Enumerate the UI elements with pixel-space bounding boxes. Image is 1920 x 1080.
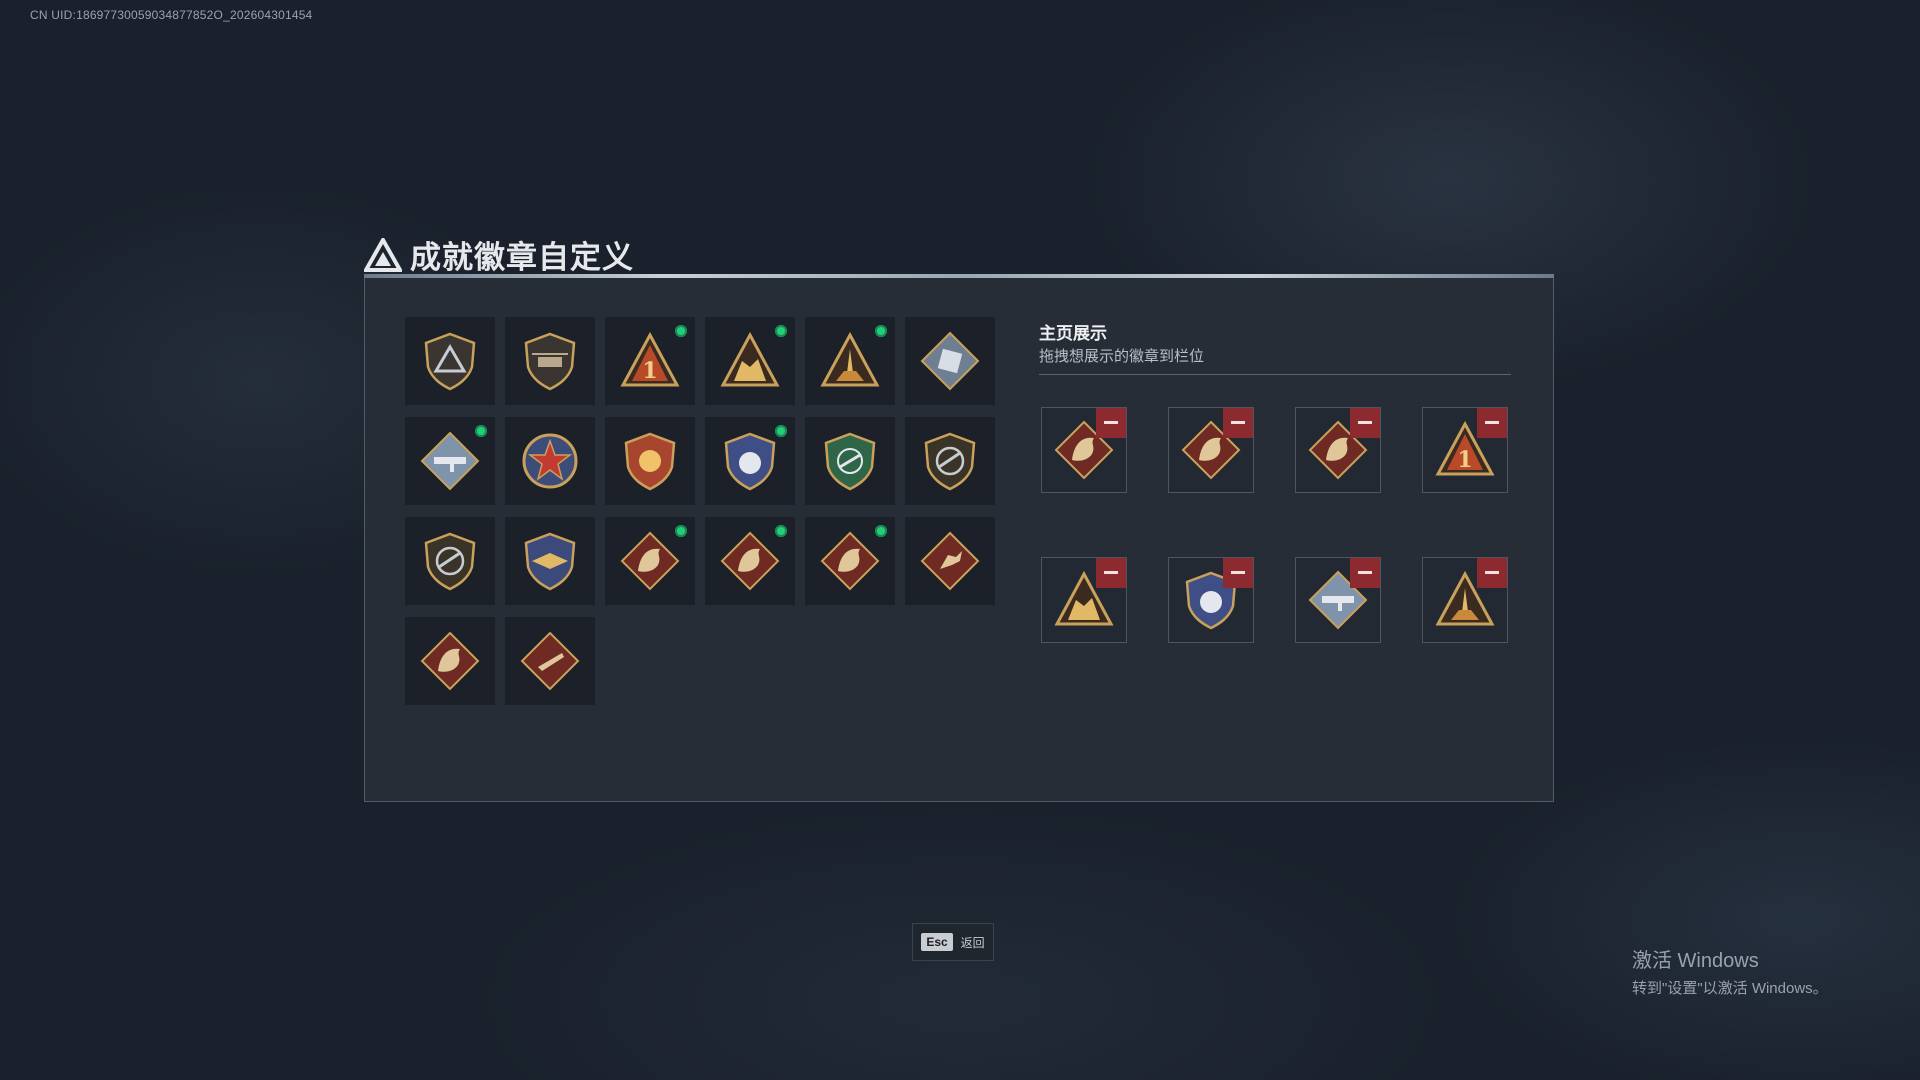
badge-panel: 1 主页展示 拖拽想展示的徽章到栏位 1	[364, 274, 1554, 802]
back-button[interactable]: Esc 返回	[912, 923, 994, 961]
showcase-slot[interactable]	[1168, 557, 1254, 643]
showcase-slot[interactable]	[1168, 407, 1254, 493]
showcase-subtitle: 拖拽想展示的徽章到栏位	[1039, 348, 1205, 365]
badge-cell[interactable]	[905, 417, 995, 505]
rifle-shield-alt-icon	[424, 532, 476, 591]
badge-cell[interactable]	[505, 317, 595, 405]
new-indicator-dot	[875, 325, 887, 337]
badge-cell[interactable]	[705, 417, 795, 505]
showcase-slot[interactable]	[1295, 557, 1381, 643]
badge-cell[interactable]	[805, 417, 895, 505]
badge-cell[interactable]	[805, 317, 895, 405]
blue-shield-icon	[724, 432, 776, 491]
badge-cell[interactable]	[605, 517, 695, 605]
showcase-slot[interactable]: 1	[1422, 407, 1508, 493]
badge-cell[interactable]	[805, 517, 895, 605]
dragon-diamond-alt-icon	[820, 531, 880, 591]
showcase-slots: 1	[1041, 407, 1508, 643]
rifle-shield-icon	[924, 432, 976, 491]
remove-badge-icon[interactable]	[1477, 408, 1507, 438]
new-indicator-dot	[775, 425, 787, 437]
remove-badge-icon[interactable]	[1096, 558, 1126, 588]
new-indicator-dot	[775, 525, 787, 537]
silver-crate-diamond-icon	[920, 331, 980, 391]
uid-label: CN UID:18697730059034877852O_20260430145…	[30, 8, 313, 22]
watermark-title: 激活 Windows	[1632, 950, 1759, 972]
new-indicator-dot	[875, 525, 887, 537]
horse-diamond-icon	[420, 631, 480, 691]
showcase-slot[interactable]	[1422, 557, 1508, 643]
triangle-emblem-icon	[424, 332, 476, 391]
badge-cell[interactable]: 1	[605, 317, 695, 405]
runner-diamond-icon	[920, 531, 980, 591]
showcase-slot[interactable]	[1041, 407, 1127, 493]
wolf-diamond-icon	[620, 531, 680, 591]
title-row: 成就徽章自定义	[364, 232, 634, 277]
wings-shield-icon	[524, 532, 576, 591]
green-crosshair-shield-icon	[824, 432, 876, 491]
remove-badge-icon[interactable]	[1223, 558, 1253, 588]
showcase-slot[interactable]	[1041, 557, 1127, 643]
badge-cell[interactable]	[705, 317, 795, 405]
new-indicator-dot	[475, 425, 487, 437]
badge-cell[interactable]	[605, 417, 695, 505]
helicopter-emblem-icon	[524, 332, 576, 391]
badge-cell[interactable]	[505, 417, 595, 505]
new-indicator-dot	[675, 525, 687, 537]
remove-badge-icon[interactable]	[1350, 408, 1380, 438]
badge-grid: 1	[405, 317, 995, 705]
new-indicator-dot	[675, 325, 687, 337]
showcase-title: 主页展示	[1039, 324, 1107, 343]
showcase-divider	[1039, 374, 1511, 375]
remove-badge-icon[interactable]	[1096, 408, 1126, 438]
back-label: 返回	[960, 935, 985, 950]
remove-badge-icon[interactable]	[1350, 558, 1380, 588]
rocket-triangle-icon	[820, 331, 880, 387]
svg-text:1: 1	[1457, 447, 1472, 473]
remove-badge-icon[interactable]	[1223, 408, 1253, 438]
badge-cell[interactable]	[405, 617, 495, 705]
badge-cell[interactable]	[705, 517, 795, 605]
triangle-logo-icon	[364, 237, 402, 272]
dragon-diamond-icon	[720, 531, 780, 591]
badge-cell[interactable]	[405, 317, 495, 405]
weapon-diamond-icon	[520, 631, 580, 691]
panel-top-border	[364, 274, 1554, 278]
star-medal-icon	[522, 433, 578, 489]
badge-cell[interactable]	[905, 317, 995, 405]
badge-cell[interactable]	[505, 517, 595, 605]
remove-badge-icon[interactable]	[1477, 558, 1507, 588]
crest-shield-icon	[624, 432, 676, 491]
showcase-slot[interactable]	[1295, 407, 1381, 493]
page-title: 成就徽章自定义	[410, 240, 634, 275]
badge-cell[interactable]	[405, 417, 495, 505]
svg-text:1: 1	[642, 358, 657, 384]
esc-key-icon: Esc	[921, 933, 953, 951]
watermark-subtitle: 转到"设置"以激活 Windows。	[1632, 980, 1828, 997]
rank-one-triangle-icon: 1	[620, 331, 680, 387]
soldiers-triangle-icon	[720, 331, 780, 387]
badge-cell[interactable]	[405, 517, 495, 605]
badge-cell[interactable]	[505, 617, 595, 705]
windows-watermark: 激活 Windows 转到"设置"以激活 Windows。	[1632, 944, 1828, 998]
rocket-launcher-diamond-icon	[420, 431, 480, 491]
badge-cell[interactable]	[905, 517, 995, 605]
new-indicator-dot	[775, 325, 787, 337]
